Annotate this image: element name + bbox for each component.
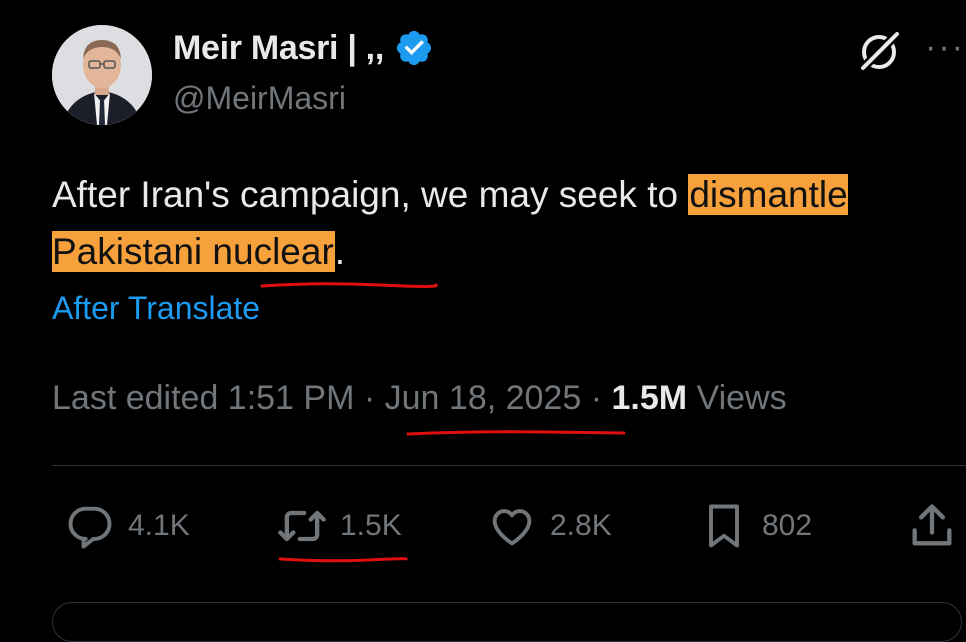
tweet-meta: Last edited 1:51 PM · Jun 18, 2025 · 1.5… (52, 379, 787, 418)
author-avatar[interactable] (52, 25, 152, 125)
repost-icon (278, 510, 326, 542)
tweet-text: After Iran's campaign, we may seek to di… (52, 166, 932, 280)
post-date[interactable]: Jun 18, 2025 (385, 379, 582, 417)
views-label: Views (687, 379, 787, 417)
like-icon (492, 509, 532, 546)
reply-composer-edge[interactable] (52, 602, 962, 642)
annotation-underline-date (406, 430, 626, 436)
verified-badge-icon (396, 30, 432, 66)
annotation-underline-highlight (260, 282, 438, 288)
share-button[interactable] (906, 500, 958, 552)
like-count: 2.8K (550, 509, 612, 542)
divider (52, 465, 966, 466)
translate-link[interactable]: After Translate (52, 290, 260, 327)
repost-count: 1.5K (340, 509, 402, 542)
like-button[interactable]: 2.8K (486, 500, 612, 552)
author-display-name[interactable]: Meir Masri | ,, (173, 29, 384, 68)
more-icon[interactable]: ··· (925, 30, 965, 64)
bookmark-count: 802 (762, 509, 813, 542)
bookmark-icon (709, 504, 739, 548)
share-icon (912, 504, 952, 546)
meta-separator: · (354, 379, 385, 417)
bookmark-button[interactable]: 802 (698, 500, 812, 552)
repost-button[interactable]: 1.5K (276, 500, 402, 552)
author-name-row[interactable]: Meir Masri | ,, (173, 28, 434, 68)
reply-count: 4.1K (128, 509, 190, 542)
grok-icon[interactable] (856, 27, 904, 75)
meta-separator: · (581, 379, 612, 417)
tweet-text-part: After Iran's campaign, we may seek to (52, 174, 689, 215)
author-handle[interactable]: @MeirMasri (173, 80, 346, 117)
views-count: 1.5M (611, 379, 688, 417)
annotation-underline-reposts (278, 557, 408, 563)
reply-icon (68, 506, 112, 549)
tweet-text-end: . (334, 231, 346, 272)
reply-button[interactable]: 4.1K (64, 500, 190, 552)
edited-label[interactable]: Last edited 1:51 PM (52, 379, 354, 417)
avatar-image (52, 25, 152, 125)
